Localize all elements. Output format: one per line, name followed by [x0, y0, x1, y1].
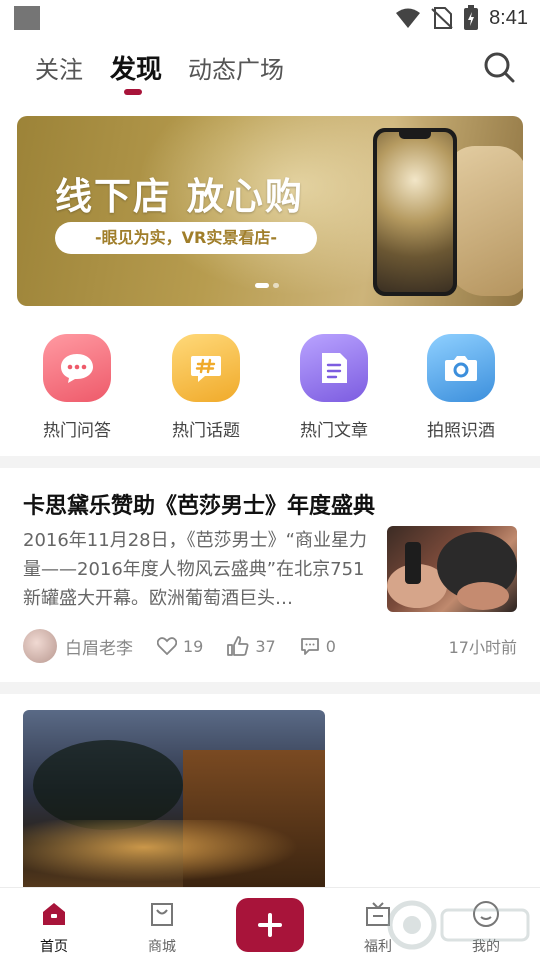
banner-pagination — [255, 283, 279, 288]
quick-links: 热门问答 热门话题 热门文章 拍照识酒 — [0, 332, 540, 442]
author-avatar[interactable] — [23, 629, 57, 663]
quick-link-photo-identify[interactable]: 拍照识酒 — [401, 332, 521, 441]
comment-count: 0 — [325, 636, 336, 656]
post-image[interactable] — [23, 710, 325, 888]
author-name[interactable]: 白眉老李 — [65, 634, 133, 659]
banner-title: 线下店 放心购 — [55, 175, 304, 218]
chat-bubble-icon — [43, 334, 111, 402]
status-indicators: 8:41 — [395, 4, 528, 32]
section-divider — [0, 682, 540, 694]
home-icon — [40, 900, 68, 928]
comment-stat[interactable]: 0 — [300, 637, 336, 656]
promo-banner[interactable]: 线下店 放心购 -眼见为实，VR实景看店- — [17, 116, 523, 306]
wifi-icon — [396, 8, 421, 28]
article-thumbnail — [387, 526, 517, 612]
quick-link-label: 热门话题 — [172, 421, 240, 441]
search-button[interactable] — [482, 50, 518, 86]
camera-icon — [427, 334, 495, 402]
section-divider — [0, 456, 540, 468]
like-count: 19 — [183, 636, 204, 656]
search-icon — [484, 52, 515, 83]
top-tabs: 关注 发现 动态广场 — [0, 44, 540, 100]
quick-link-hot-articles[interactable]: 热门文章 — [274, 332, 394, 441]
shopping-bag-icon — [148, 900, 176, 928]
photo-tree — [33, 740, 183, 830]
status-bar: 8:41 — [0, 0, 540, 36]
article-card[interactable]: 卡思黛乐赞助《芭莎男士》年度盛典 2016年11月28日，《芭莎男士》“商业星力… — [0, 468, 540, 680]
heart-icon — [157, 637, 177, 655]
article-title[interactable]: 卡思黛乐赞助《芭莎男士》年度盛典 — [23, 488, 375, 520]
phone-notch — [399, 132, 431, 139]
photo-lights — [23, 820, 325, 888]
phone-screen — [377, 132, 453, 292]
tab-follow[interactable]: 关注 — [35, 50, 83, 85]
quick-link-label: 拍照识酒 — [427, 421, 495, 441]
article-time: 17小时前 — [448, 638, 517, 657]
like-stat[interactable]: 19 — [157, 637, 203, 656]
nav-label: 首页 — [40, 939, 68, 955]
tab-discover[interactable]: 发现 — [110, 49, 162, 86]
hashtag-icon — [172, 334, 240, 402]
quick-link-label: 热门文章 — [300, 421, 368, 441]
watermark-logo — [387, 900, 530, 950]
pagination-dot — [273, 283, 279, 288]
quick-link-hot-qa[interactable]: 热门问答 — [17, 332, 137, 441]
pagination-dot-active — [255, 283, 269, 288]
thumbs-up-icon — [227, 636, 249, 656]
article-meta: 白眉老李 19 37 0 17小时前 — [23, 628, 517, 664]
article-excerpt: 2016年11月28日，《芭莎男士》“商业星力量——2016年度人物风云盛典”在… — [23, 530, 367, 609]
document-icon — [300, 334, 368, 402]
nav-home[interactable]: 首页 — [14, 900, 94, 956]
nav-label: 商城 — [148, 939, 176, 955]
active-tab-indicator — [124, 89, 142, 95]
banner-subtitle: -眼见为实，VR实景看店- — [55, 222, 317, 254]
battery-charging-icon — [464, 5, 479, 30]
comment-icon — [300, 638, 319, 655]
bottom-nav: 首页 商城 福利 我的 — [0, 887, 540, 960]
thumbs-up-stat[interactable]: 37 — [227, 636, 276, 656]
quick-link-hot-topics[interactable]: 热门话题 — [146, 332, 266, 441]
thumbs-up-count: 37 — [255, 636, 276, 656]
status-time: 8:41 — [489, 6, 528, 29]
create-post-button[interactable] — [236, 898, 304, 952]
tab-square[interactable]: 动态广场 — [188, 50, 284, 85]
quick-link-label: 热门问答 — [43, 421, 111, 441]
app-notification-icon — [14, 6, 40, 30]
no-sim-icon — [431, 7, 453, 29]
banner-phone-image — [373, 128, 457, 296]
nav-mall[interactable]: 商城 — [122, 900, 202, 956]
plus-icon — [258, 913, 282, 937]
